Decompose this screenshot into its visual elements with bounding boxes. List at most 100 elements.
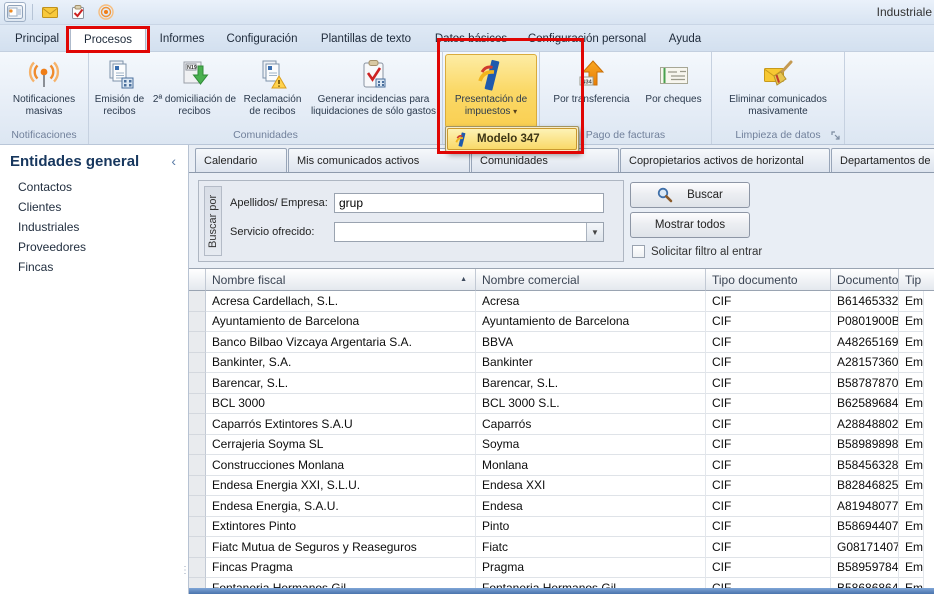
receipts-warning-icon xyxy=(256,58,290,92)
content-tab[interactable]: Copropietarios activos de horizontal xyxy=(620,148,830,172)
menu-tab[interactable]: Ayuda xyxy=(658,27,712,51)
row-selector[interactable] xyxy=(189,455,206,476)
content-tab[interactable]: Departamentos de hor xyxy=(831,148,934,172)
sidebar-item[interactable]: Fincas xyxy=(0,257,188,277)
table-row[interactable]: Fiatc Mutua de Seguros y Reaseguros Fiat… xyxy=(189,537,934,558)
sidebar-entidades: Entidades general ‹ Contactos Clientes I… xyxy=(0,145,188,594)
menu-tab[interactable]: Plantillas de texto xyxy=(310,27,422,51)
table-cell-tipo-documento: CIF xyxy=(706,435,831,456)
content-tab[interactable]: Calendario xyxy=(195,148,287,172)
sidebar-item[interactable]: Clientes xyxy=(0,197,188,217)
table-cell-nombre-comercial: Monlana xyxy=(476,455,706,476)
apellidos-empresa-input[interactable] xyxy=(334,193,604,213)
window-title: Industriale xyxy=(877,5,932,19)
row-selector[interactable] xyxy=(189,558,206,579)
collapse-sidebar-icon[interactable]: ‹ xyxy=(171,155,176,167)
broadcast-small-icon[interactable] xyxy=(95,2,117,22)
table-cell-documento: A48265169 xyxy=(831,332,899,353)
table-cell-nombre-fiscal: Banco Bilbao Vizcaya Argentaria S.A. xyxy=(206,332,476,353)
row-selector[interactable] xyxy=(189,353,206,374)
table-row[interactable]: Endesa Energia XXI, S.L.U. Endesa XXI CI… xyxy=(189,476,934,497)
sidebar-item[interactable]: Contactos xyxy=(0,177,188,197)
generar-incidencias-button[interactable]: Generar incidencias para liquidaciones d… xyxy=(306,54,442,128)
row-selector[interactable] xyxy=(189,537,206,558)
table-cell-tipo-entidad: Em xyxy=(899,312,924,333)
row-selector[interactable] xyxy=(189,291,206,312)
buscar-button[interactable]: Buscar xyxy=(630,182,750,208)
row-selector[interactable] xyxy=(189,394,206,415)
menu-tab[interactable]: Configuración personal xyxy=(520,27,654,51)
row-selector[interactable] xyxy=(189,496,206,517)
header-selector-cell xyxy=(189,269,206,291)
table-row[interactable]: Fincas Pragma Pragma CIF B58959784 Em xyxy=(189,558,934,579)
mail-icon[interactable] xyxy=(39,2,61,22)
por-transferencia-button[interactable]: N34 Por transferencia xyxy=(544,54,640,128)
table-row[interactable]: Bankinter, S.A. Bankinter CIF A28157360 … xyxy=(189,353,934,374)
column-header-tipo[interactable]: Tip xyxy=(899,269,934,291)
table-cell-nombre-fiscal: Fincas Pragma xyxy=(206,558,476,579)
row-selector[interactable] xyxy=(189,332,206,353)
table-cell-documento: B58694407 xyxy=(831,517,899,538)
row-selector[interactable] xyxy=(189,476,206,497)
horizontal-scrollbar[interactable] xyxy=(189,588,934,594)
table-cell-nombre-comercial: Bankinter xyxy=(476,353,706,374)
menu-tab[interactable]: Principal xyxy=(8,27,66,51)
table-cell-tipo-entidad: Em xyxy=(899,476,924,497)
modelo-347-menu-item[interactable]: Modelo 347 xyxy=(447,128,577,150)
notificaciones-masivas-button[interactable]: Notificaciones masivas xyxy=(1,54,87,128)
table-cell-tipo-entidad: Em xyxy=(899,414,924,435)
svg-text:N19: N19 xyxy=(187,65,197,71)
table-row[interactable]: BCL 3000 BCL 3000 S.L. CIF B62589684 Em xyxy=(189,394,934,415)
sidebar-item[interactable]: Proveedores xyxy=(0,237,188,257)
task-check-icon[interactable] xyxy=(67,2,89,22)
domiciliacion-recibos-button[interactable]: N19 2ª domiciliación de recibos xyxy=(150,54,240,128)
row-selector[interactable] xyxy=(189,414,206,435)
menu-tab[interactable]: Informes xyxy=(150,27,214,51)
table-row[interactable]: Barencar, S.L. Barencar, S.L. CIF B58787… xyxy=(189,373,934,394)
por-cheques-button[interactable]: Por cheques xyxy=(640,54,708,128)
eliminar-comunicados-button[interactable]: Eliminar comunicados masivamente xyxy=(714,54,842,128)
envelope-broom-icon xyxy=(761,58,795,92)
table-row[interactable]: Cerrajeria Soyma SL Soyma CIF B58989898 … xyxy=(189,435,934,456)
table-cell-tipo-documento: CIF xyxy=(706,455,831,476)
menu-tab[interactable]: Configuración xyxy=(218,27,306,51)
row-selector[interactable] xyxy=(189,312,206,333)
content-tab[interactable]: Mis comunicados activos xyxy=(288,148,470,172)
table-cell-tipo-documento: CIF xyxy=(706,332,831,353)
app-menu-button[interactable] xyxy=(4,2,26,22)
column-header-documento[interactable]: Documento xyxy=(831,269,899,291)
reclamacion-recibos-button[interactable]: Reclamación de recibos xyxy=(240,54,306,128)
combo-arrow-icon[interactable]: ▼ xyxy=(586,223,603,241)
table-row[interactable]: Ayuntamiento de Barcelona Ayuntamiento d… xyxy=(189,312,934,333)
agencia-tributaria-icon xyxy=(474,58,508,92)
table-row[interactable]: Construcciones Monlana Monlana CIF B5845… xyxy=(189,455,934,476)
presentacion-impuestos-button[interactable]: Presentación de impuestos ▾ xyxy=(445,54,537,128)
emision-recibos-button[interactable]: Emisión de recibos xyxy=(90,54,150,128)
grid-header: Nombre fiscal ▲ Nombre comercial Tipo do… xyxy=(189,269,934,291)
table-row[interactable]: Caparrós Extintores S.A.U Caparrós CIF A… xyxy=(189,414,934,435)
apellidos-empresa-label: Apellidos/ Empresa: xyxy=(230,197,334,209)
table-row[interactable]: Banco Bilbao Vizcaya Argentaria S.A. BBV… xyxy=(189,332,934,353)
table-row[interactable]: Extintores Pinto Pinto CIF B58694407 Em xyxy=(189,517,934,538)
servicio-ofrecido-combo[interactable]: ▼ xyxy=(334,222,604,242)
title-bar: Industriale xyxy=(0,0,934,25)
menu-tab[interactable]: Datos básicos xyxy=(426,27,516,51)
table-cell-nombre-comercial: Acresa xyxy=(476,291,706,312)
table-cell-nombre-fiscal: Endesa Energia XXI, S.L.U. xyxy=(206,476,476,497)
checkbox-unchecked[interactable] xyxy=(632,245,645,258)
group-label-limpieza: Limpieza de datos xyxy=(712,129,844,143)
row-selector[interactable] xyxy=(189,517,206,538)
mostrar-todos-button[interactable]: Mostrar todos xyxy=(630,212,750,238)
row-selector[interactable] xyxy=(189,373,206,394)
dialog-launcher-icon[interactable] xyxy=(831,131,841,141)
menu-tab[interactable]: Procesos xyxy=(70,27,146,51)
column-header-nombre-comercial[interactable]: Nombre comercial xyxy=(476,269,706,291)
column-header-tipo-documento[interactable]: Tipo documento xyxy=(706,269,831,291)
table-row[interactable]: Acresa Cardellach, S.L. Acresa CIF B6146… xyxy=(189,291,934,312)
table-cell-tipo-documento: CIF xyxy=(706,373,831,394)
row-selector[interactable] xyxy=(189,435,206,456)
column-header-nombre-fiscal[interactable]: Nombre fiscal ▲ xyxy=(206,269,476,291)
sidebar-item[interactable]: Industriales xyxy=(0,217,188,237)
table-row[interactable]: Endesa Energia, S.A.U. Endesa CIF A81948… xyxy=(189,496,934,517)
table-cell-documento: A28848802 xyxy=(831,414,899,435)
